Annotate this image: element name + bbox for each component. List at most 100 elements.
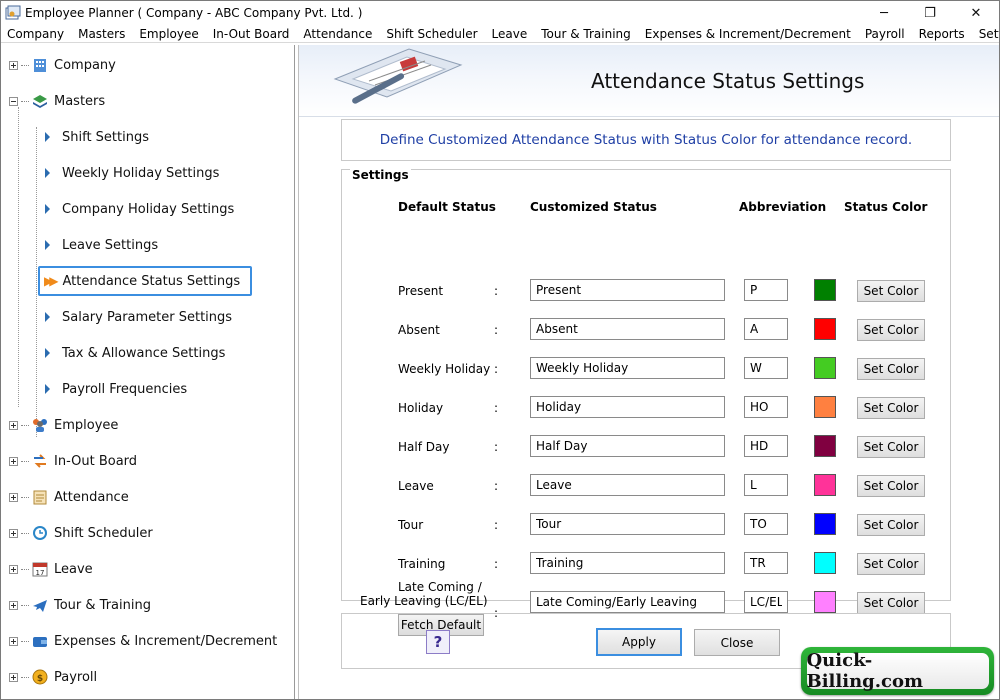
chevron-right-icon bbox=[45, 168, 50, 178]
status-color-swatch bbox=[814, 396, 836, 418]
menu-in-out-board[interactable]: In-Out Board bbox=[206, 25, 297, 43]
sidebar-item-label: Payroll Frequencies bbox=[62, 381, 188, 397]
tree-connector bbox=[21, 460, 29, 462]
customized-status-input[interactable] bbox=[530, 474, 725, 496]
customized-status-input[interactable] bbox=[530, 513, 725, 535]
customized-status-input[interactable] bbox=[530, 279, 725, 301]
expand-icon[interactable] bbox=[9, 60, 18, 70]
customized-status-input[interactable] bbox=[530, 591, 725, 613]
menu-leave[interactable]: Leave bbox=[485, 25, 535, 43]
menu-company[interactable]: Company bbox=[1, 25, 71, 43]
tree-item-in-out-board[interactable]: In-Out Board bbox=[9, 443, 137, 479]
sidebar-item-tax-allowance-settings[interactable]: Tax & Allowance Settings bbox=[37, 338, 235, 368]
tree-item-shift-scheduler[interactable]: Shift Scheduler bbox=[9, 515, 153, 551]
expand-icon[interactable] bbox=[9, 420, 18, 430]
abbreviation-input[interactable] bbox=[744, 513, 788, 535]
svg-text:17: 17 bbox=[36, 569, 45, 577]
tree-item-masters[interactable]: Masters bbox=[9, 83, 105, 119]
close-window-button[interactable]: ✕ bbox=[953, 1, 999, 25]
late-label-line1: Late Coming / bbox=[398, 580, 482, 594]
set-color-button[interactable]: Set Color bbox=[857, 436, 925, 458]
abbreviation-input[interactable] bbox=[744, 552, 788, 574]
row-default-label: Present bbox=[398, 284, 444, 298]
abbreviation-input[interactable] bbox=[744, 474, 788, 496]
tree-connector bbox=[21, 100, 29, 102]
employee-group-icon bbox=[31, 416, 49, 434]
header-abbreviation: Abbreviation bbox=[739, 200, 827, 214]
tree-item-employee[interactable]: Employee bbox=[9, 407, 118, 443]
customized-status-input[interactable] bbox=[530, 552, 725, 574]
restore-button[interactable]: ❐ bbox=[907, 1, 953, 25]
chevron-right-icon bbox=[45, 240, 50, 250]
menu-employee[interactable]: Employee bbox=[132, 25, 205, 43]
collapse-icon[interactable] bbox=[9, 96, 18, 106]
menu-settings[interactable]: Settings bbox=[972, 25, 999, 43]
menu-attendance[interactable]: Attendance bbox=[296, 25, 379, 43]
sidebar-item-company-holiday-settings[interactable]: Company Holiday Settings bbox=[37, 194, 244, 224]
sidebar-item-leave-settings[interactable]: Leave Settings bbox=[37, 230, 168, 260]
set-color-button[interactable]: Set Color bbox=[857, 397, 925, 419]
main-panel: Attendance Status Settings Define Custom… bbox=[298, 45, 999, 699]
row-default-label: Tour bbox=[398, 518, 424, 532]
set-color-button[interactable]: Set Color bbox=[857, 358, 925, 380]
abbreviation-input[interactable] bbox=[744, 396, 788, 418]
set-color-button[interactable]: Set Color bbox=[857, 475, 925, 497]
sidebar-item-weekly-holiday-settings[interactable]: Weekly Holiday Settings bbox=[37, 158, 229, 188]
tree-item-label: Payroll bbox=[54, 669, 98, 685]
watermark-text: Quick-Billing.com bbox=[806, 650, 989, 692]
menu-tour-training[interactable]: Tour & Training bbox=[534, 25, 638, 43]
menu-masters[interactable]: Masters bbox=[71, 25, 132, 43]
menu-shift-scheduler[interactable]: Shift Scheduler bbox=[379, 25, 484, 43]
set-color-button[interactable]: Set Color bbox=[857, 319, 925, 341]
menu-reports[interactable]: Reports bbox=[912, 25, 972, 43]
sidebar-item-attendance-status-settings[interactable]: ▶▶ Attendance Status Settings bbox=[38, 266, 253, 296]
abbreviation-input[interactable] bbox=[744, 279, 788, 301]
row-colon: : bbox=[494, 557, 499, 571]
tree-guide-line bbox=[18, 107, 19, 407]
tree-item-company[interactable]: Company bbox=[9, 47, 116, 83]
chevron-right-icon bbox=[45, 312, 50, 322]
set-color-button[interactable]: Set Color bbox=[857, 514, 925, 536]
expand-icon[interactable] bbox=[9, 564, 18, 574]
set-color-button[interactable]: Set Color bbox=[857, 280, 925, 302]
set-color-button[interactable]: Set Color bbox=[857, 553, 925, 575]
tree-item-attendance[interactable]: Attendance bbox=[9, 479, 129, 515]
customized-status-input[interactable] bbox=[530, 435, 725, 457]
customized-status-input[interactable] bbox=[530, 396, 725, 418]
abbreviation-input[interactable] bbox=[744, 357, 788, 379]
sidebar-item-salary-parameter-settings[interactable]: Salary Parameter Settings bbox=[37, 302, 242, 332]
menu-expenses-increment-decrement[interactable]: Expenses & Increment/Decrement bbox=[638, 25, 858, 43]
tree-item-label: Leave bbox=[54, 561, 93, 577]
tree-item-payroll[interactable]: $ Payroll bbox=[9, 659, 97, 695]
tree-connector bbox=[21, 532, 29, 534]
close-button[interactable]: Close bbox=[694, 629, 780, 656]
expenses-wallet-icon bbox=[31, 632, 49, 650]
late-label-line2: Early Leaving (LC/EL) bbox=[360, 594, 488, 608]
expand-icon[interactable] bbox=[9, 528, 18, 538]
set-color-button[interactable]: Set Color bbox=[857, 592, 925, 614]
sidebar-item-payroll-frequencies[interactable]: Payroll Frequencies bbox=[37, 374, 197, 404]
row-default-label: Half Day bbox=[398, 440, 450, 454]
tree-item-expenses-increment-decrement[interactable]: Expenses & Increment/Decrement bbox=[9, 623, 277, 659]
minimize-button[interactable]: ─ bbox=[861, 1, 907, 25]
customized-status-input[interactable] bbox=[530, 357, 725, 379]
status-color-swatch bbox=[814, 318, 836, 340]
tree-item-leave[interactable]: 17 Leave bbox=[9, 551, 93, 587]
expand-icon[interactable] bbox=[9, 492, 18, 502]
status-color-swatch bbox=[814, 279, 836, 301]
expand-icon[interactable] bbox=[9, 636, 18, 646]
abbreviation-input[interactable] bbox=[744, 435, 788, 457]
apply-button[interactable]: Apply bbox=[596, 628, 682, 656]
expand-icon[interactable] bbox=[9, 456, 18, 466]
sidebar-item-shift-settings[interactable]: Shift Settings bbox=[37, 122, 159, 152]
sidebar-item-label: Leave Settings bbox=[62, 237, 159, 253]
tree-item-tour-training[interactable]: Tour & Training bbox=[9, 587, 151, 623]
settings-legend: Settings bbox=[350, 168, 411, 182]
menu-payroll[interactable]: Payroll bbox=[858, 25, 912, 43]
expand-icon[interactable] bbox=[9, 600, 18, 610]
abbreviation-input[interactable] bbox=[744, 318, 788, 340]
abbreviation-input[interactable] bbox=[744, 591, 788, 613]
customized-status-input[interactable] bbox=[530, 318, 725, 340]
expand-icon[interactable] bbox=[9, 672, 18, 682]
help-icon[interactable]: ? bbox=[426, 630, 450, 654]
